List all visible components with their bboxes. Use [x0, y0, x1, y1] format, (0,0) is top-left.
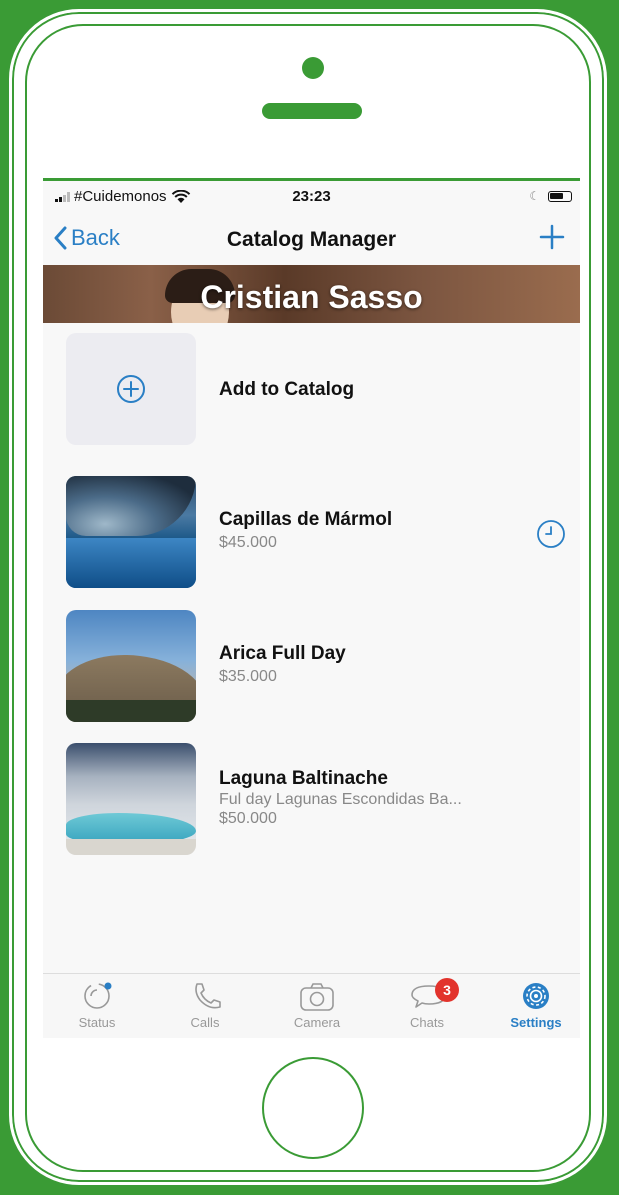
- item-text: Capillas de Mármol $45.000: [219, 509, 392, 552]
- app-screen: #Cuidemonos 23:23 ☾ Back Catalog Manager…: [43, 178, 580, 1038]
- tab-label: Camera: [293, 1015, 341, 1030]
- tab-chats[interactable]: 3 Chats: [377, 978, 477, 1030]
- product-image: [66, 743, 196, 855]
- clock-icon: [537, 520, 565, 548]
- add-to-catalog-row[interactable]: Add to Catalog: [66, 333, 566, 445]
- tab-bar: Status Calls Camera 3 Chats Settings: [43, 973, 580, 1038]
- tab-label: Status: [78, 1015, 116, 1030]
- item-text: Laguna Baltinache Ful day Lagunas Escond…: [219, 768, 462, 828]
- plus-circle-icon: [117, 375, 145, 403]
- add-to-catalog-label: Add to Catalog: [219, 379, 355, 400]
- camera-icon: [300, 983, 334, 1011]
- front-camera-icon: [302, 57, 324, 79]
- speaker-grill: [262, 103, 362, 119]
- tab-settings[interactable]: Settings: [486, 980, 580, 1030]
- status-right-group: ☾: [529, 189, 572, 203]
- status-icon: [84, 982, 112, 1009]
- item-price: $50.000: [219, 810, 277, 827]
- phone-icon: [195, 983, 221, 1009]
- profile-banner: Cristian Sasso: [43, 265, 580, 323]
- tab-calls[interactable]: Calls: [155, 980, 255, 1030]
- item-title: Capillas de Mármol: [219, 509, 393, 530]
- status-time: 23:23: [292, 188, 331, 205]
- item-text: Arica Full Day $35.000: [219, 643, 346, 686]
- home-button[interactable]: [262, 1057, 364, 1159]
- tab-status[interactable]: Status: [47, 980, 147, 1030]
- tab-label: Calls: [190, 1015, 220, 1030]
- gear-icon: [523, 983, 549, 1009]
- moon-icon: ☾: [529, 189, 540, 203]
- add-icon[interactable]: [538, 223, 566, 251]
- status-bar: #Cuidemonos 23:23 ☾: [43, 181, 580, 213]
- add-text: Add to Catalog: [219, 379, 354, 401]
- tab-camera[interactable]: Camera: [267, 980, 367, 1030]
- list-item[interactable]: Arica Full Day $35.000: [66, 610, 566, 722]
- page-title: Catalog Manager: [226, 228, 397, 251]
- item-title: Arica Full Day: [219, 643, 346, 664]
- tab-label: Settings: [510, 1015, 562, 1030]
- product-image: [66, 610, 196, 722]
- item-price: $45.000: [219, 534, 277, 551]
- product-image: [66, 476, 196, 588]
- add-thumbnail[interactable]: [66, 333, 196, 445]
- item-description: Ful day Lagunas Escondidas Ba...: [219, 791, 462, 808]
- business-name: Cristian Sasso: [200, 279, 423, 315]
- item-title: Laguna Baltinache: [219, 768, 388, 789]
- unread-badge: 3: [435, 978, 459, 1002]
- navigation-bar: Back Catalog Manager: [43, 213, 580, 265]
- item-price: $35.000: [219, 668, 277, 685]
- list-item[interactable]: Capillas de Mármol $45.000: [66, 476, 566, 588]
- tab-label: Chats: [410, 1015, 444, 1030]
- list-item[interactable]: Laguna Baltinache Ful day Lagunas Escond…: [66, 743, 566, 855]
- battery-icon: [548, 190, 572, 202]
